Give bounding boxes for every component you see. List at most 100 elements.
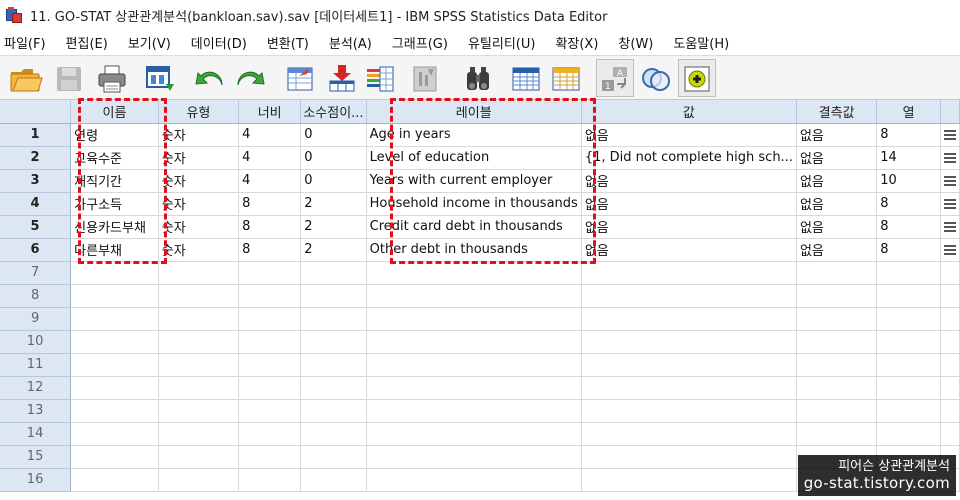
corner-cell[interactable] (0, 100, 72, 124)
empty-cell[interactable] (940, 284, 960, 308)
empty-cell[interactable] (70, 445, 159, 469)
insert-variable-icon[interactable] (548, 62, 584, 96)
empty-cell[interactable] (581, 307, 797, 331)
open-folder-icon[interactable] (8, 62, 44, 96)
menu-extensions[interactable]: 확장(X) (551, 33, 602, 52)
empty-cell[interactable] (238, 353, 302, 377)
cell-values[interactable]: 없음 (581, 238, 797, 262)
empty-cell[interactable] (940, 330, 960, 354)
find-icon[interactable] (460, 62, 496, 96)
empty-cell[interactable] (238, 468, 302, 492)
menu-data[interactable]: 데이터(D) (187, 33, 251, 52)
cell-values[interactable]: {1, Did not complete high sch... (581, 146, 797, 170)
row-number[interactable]: 10 (0, 330, 72, 354)
empty-cell[interactable] (158, 284, 240, 308)
cell-align[interactable] (940, 146, 960, 170)
row-number[interactable]: 2 (0, 146, 72, 170)
empty-cell[interactable] (581, 376, 797, 400)
goto-case-icon[interactable] (283, 62, 319, 96)
empty-cell[interactable] (238, 261, 302, 285)
empty-cell[interactable] (796, 399, 878, 423)
empty-cell[interactable] (366, 399, 582, 423)
cell-columns[interactable]: 8 (876, 215, 941, 239)
redo-icon[interactable] (232, 62, 268, 96)
empty-cell[interactable] (158, 422, 240, 446)
empty-cell[interactable] (300, 422, 367, 446)
cell-width[interactable]: 4 (238, 169, 302, 193)
empty-cell[interactable] (876, 353, 941, 377)
empty-cell[interactable] (581, 353, 797, 377)
cell-missing[interactable]: 없음 (796, 215, 878, 239)
dialog-recall-icon[interactable] (142, 62, 178, 96)
empty-cell[interactable] (300, 307, 367, 331)
menu-transform[interactable]: 변환(T) (263, 33, 313, 52)
cell-columns[interactable]: 8 (876, 123, 941, 147)
empty-cell[interactable] (158, 468, 240, 492)
cell-label[interactable]: Credit card debt in thousands (366, 215, 582, 239)
empty-cell[interactable] (300, 468, 367, 492)
empty-cell[interactable] (300, 445, 367, 469)
empty-cell[interactable] (940, 353, 960, 377)
variables-icon[interactable] (362, 62, 398, 96)
cell-missing[interactable]: 없음 (796, 169, 878, 193)
empty-cell[interactable] (940, 399, 960, 423)
empty-cell[interactable] (876, 330, 941, 354)
empty-cell[interactable] (300, 376, 367, 400)
cell-label[interactable]: Age in years (366, 123, 582, 147)
cell-label[interactable]: Level of education (366, 146, 582, 170)
empty-cell[interactable] (366, 468, 582, 492)
insert-cases-icon[interactable] (508, 62, 544, 96)
cell-name[interactable]: 가구소득 (70, 192, 159, 216)
empty-cell[interactable] (876, 422, 941, 446)
cell-align[interactable] (940, 238, 960, 262)
empty-cell[interactable] (796, 353, 878, 377)
row-number[interactable]: 12 (0, 376, 72, 400)
header-align[interactable] (940, 100, 960, 124)
empty-cell[interactable] (581, 422, 797, 446)
empty-cell[interactable] (366, 307, 582, 331)
empty-cell[interactable] (366, 445, 582, 469)
empty-cell[interactable] (366, 353, 582, 377)
cell-missing[interactable]: 없음 (796, 123, 878, 147)
empty-cell[interactable] (158, 399, 240, 423)
cell-values[interactable]: 없음 (581, 123, 797, 147)
empty-cell[interactable] (581, 284, 797, 308)
empty-cell[interactable] (366, 330, 582, 354)
row-number[interactable]: 11 (0, 353, 72, 377)
empty-cell[interactable] (238, 422, 302, 446)
cell-missing[interactable]: 없음 (796, 192, 878, 216)
cell-columns[interactable]: 8 (876, 192, 941, 216)
row-number[interactable]: 13 (0, 399, 72, 423)
row-number[interactable]: 4 (0, 192, 72, 216)
empty-cell[interactable] (366, 261, 582, 285)
cell-align[interactable] (940, 192, 960, 216)
header-columns[interactable]: 열 (876, 100, 941, 124)
cell-type[interactable]: 숫자 (158, 238, 240, 262)
empty-cell[interactable] (581, 445, 797, 469)
empty-cell[interactable] (581, 330, 797, 354)
empty-cell[interactable] (300, 330, 367, 354)
empty-cell[interactable] (796, 376, 878, 400)
empty-cell[interactable] (158, 353, 240, 377)
row-number[interactable]: 15 (0, 445, 72, 469)
empty-cell[interactable] (300, 399, 367, 423)
cell-align[interactable] (940, 169, 960, 193)
cell-name[interactable]: 재직기간 (70, 169, 159, 193)
empty-cell[interactable] (300, 261, 367, 285)
empty-cell[interactable] (796, 261, 878, 285)
empty-cell[interactable] (300, 353, 367, 377)
empty-cell[interactable] (70, 353, 159, 377)
empty-cell[interactable] (796, 284, 878, 308)
cell-width[interactable]: 4 (238, 123, 302, 147)
header-decimals[interactable]: 소수점이... (300, 100, 367, 124)
empty-cell[interactable] (238, 445, 302, 469)
undo-icon[interactable] (192, 62, 228, 96)
header-values[interactable]: 값 (581, 100, 797, 124)
cell-width[interactable]: 8 (238, 192, 302, 216)
cell-decimals[interactable]: 2 (300, 238, 367, 262)
row-number[interactable]: 9 (0, 307, 72, 331)
cell-type[interactable]: 숫자 (158, 169, 240, 193)
empty-cell[interactable] (940, 261, 960, 285)
empty-cell[interactable] (940, 376, 960, 400)
empty-cell[interactable] (876, 284, 941, 308)
